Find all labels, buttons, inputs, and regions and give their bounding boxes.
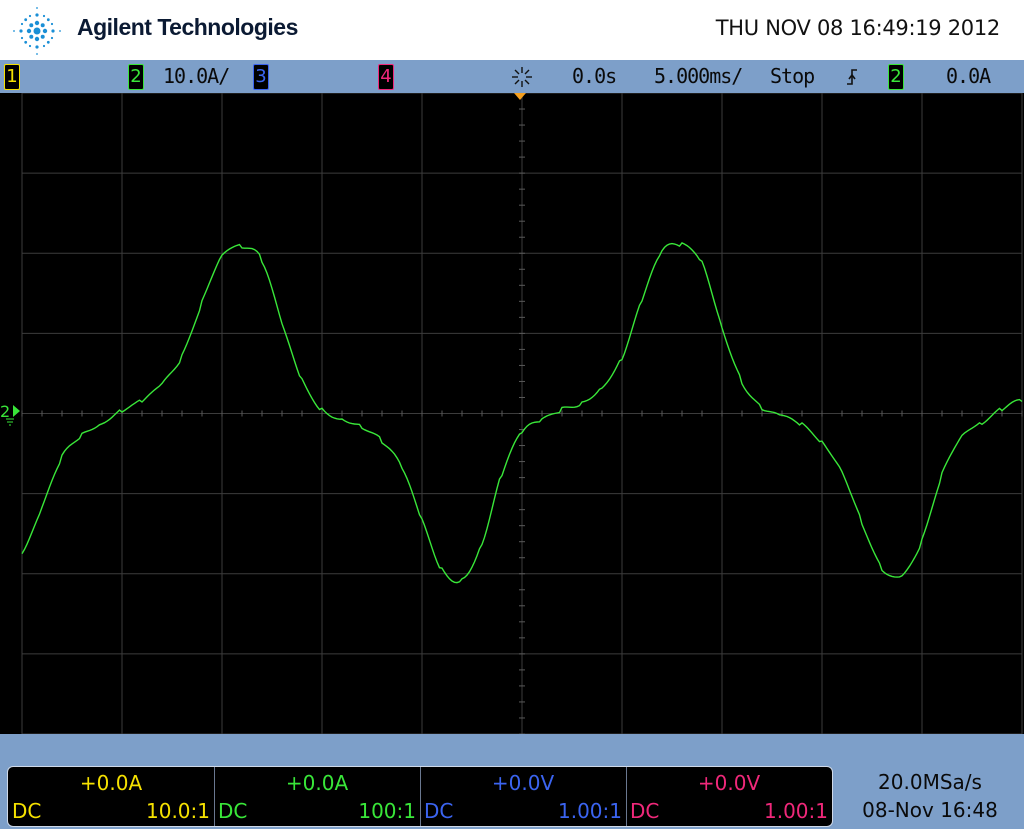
waveform-plot: 2 xyxy=(0,92,1023,735)
channel-3-indicator[interactable]: 3 xyxy=(253,64,269,90)
channel-offset: +0.0A xyxy=(79,771,143,795)
scope-status-bar: 1 2 10.0A/ 3 4 0.0s 5.000ms/ Stop 2 0.0A xyxy=(0,60,1024,93)
channel-offset: +0.0V xyxy=(697,771,761,795)
capture-time: 08-Nov 16:48 xyxy=(862,798,998,822)
trigger-position-marker-icon xyxy=(514,93,526,100)
channel-2-ground-marker-icon xyxy=(13,405,20,417)
waveform-display: 2 xyxy=(0,92,1024,735)
channel-probe: 1.00:1 xyxy=(764,799,828,823)
channel-coupling: DC xyxy=(12,799,42,823)
agilent-spark-logo-icon xyxy=(13,7,61,55)
channel-coupling: DC xyxy=(218,799,248,823)
channel-coupling: DC xyxy=(424,799,454,823)
channel-1-indicator[interactable]: 1 xyxy=(4,64,20,90)
trigger-source-indicator[interactable]: 2 xyxy=(888,64,904,90)
brand-name: Agilent Technologies xyxy=(77,14,298,40)
acquisition-info: 20.0MSa/s 08-Nov 16:48 xyxy=(840,768,1020,824)
channel-summary-panel: +0.0A DC 10.0:1 +0.0A DC 100:1 +0.0V DC … xyxy=(7,766,833,827)
trigger-level-value[interactable]: 0.0A xyxy=(946,64,991,88)
time-scale-value[interactable]: 5.000ms/ xyxy=(654,64,743,88)
channel-offset: +0.0A xyxy=(285,771,349,795)
run-state[interactable]: Stop xyxy=(770,64,815,88)
trigger-edge-icon xyxy=(847,69,857,85)
channel-4-indicator[interactable]: 4 xyxy=(378,64,394,90)
channel-2-summary[interactable]: +0.0A DC 100:1 xyxy=(214,767,421,826)
channel-probe: 10.0:1 xyxy=(146,799,210,823)
channel-2-scale[interactable]: 10.0A/ xyxy=(163,64,230,88)
graticule-grid xyxy=(21,92,1023,735)
acquire-sparkle-icon xyxy=(512,67,532,87)
channel-2-indicator[interactable]: 2 xyxy=(128,64,144,90)
channel-probe: 100:1 xyxy=(358,799,416,823)
time-delay-value[interactable]: 0.0s xyxy=(572,64,617,88)
channel-coupling: DC xyxy=(630,799,660,823)
channel-3-summary[interactable]: +0.0V DC 1.00:1 xyxy=(420,767,627,826)
system-datetime: THU NOV 08 16:49:19 2012 xyxy=(715,16,1001,40)
channel-offset: +0.0V xyxy=(491,771,555,795)
channel-1-summary[interactable]: +0.0A DC 10.0:1 xyxy=(8,767,215,826)
sample-rate: 20.0MSa/s xyxy=(878,770,982,794)
channel-4-summary[interactable]: +0.0V DC 1.00:1 xyxy=(626,767,832,826)
channel-probe: 1.00:1 xyxy=(558,799,622,823)
bottom-info-bar: +0.0A DC 10.0:1 +0.0A DC 100:1 +0.0V DC … xyxy=(0,734,1024,829)
header-bar: Agilent Technologies THU NOV 08 16:49:19… xyxy=(0,0,1024,60)
channel-2-ground-label: 2 xyxy=(0,402,10,421)
